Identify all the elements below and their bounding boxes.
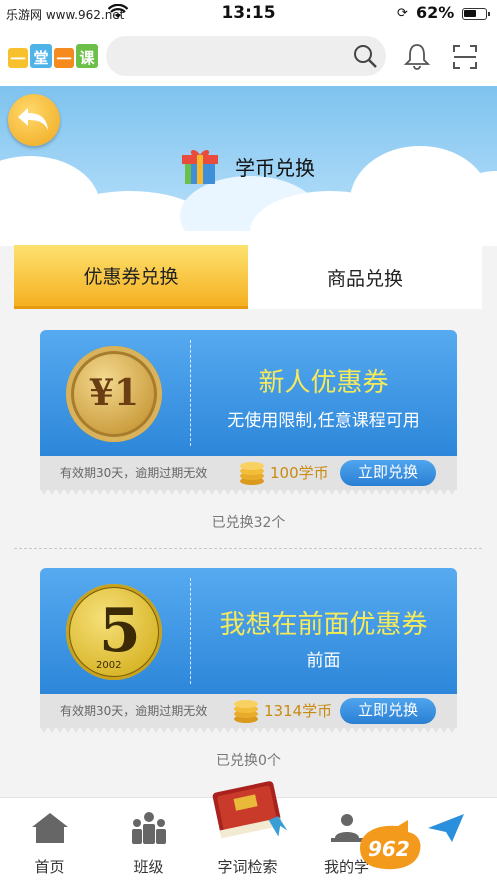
search-icon[interactable]	[352, 43, 378, 69]
coupon-title: 新人优惠券	[258, 368, 389, 398]
exchange-banner: 学币兑换	[0, 86, 497, 246]
tab-coupon-exchange[interactable]: 优惠券兑换	[14, 245, 248, 309]
coupon-zigzag-edge	[40, 488, 457, 495]
back-button[interactable]	[8, 94, 60, 146]
coupon-description: 前面	[306, 651, 341, 671]
coupon-validity: 有效期30天，逾期过期无效	[60, 466, 208, 480]
nav-class[interactable]: 班级	[99, 798, 198, 883]
class-icon	[132, 812, 166, 844]
battery-nub	[488, 12, 490, 16]
coupon-footer: 有效期30天，逾期过期无效 100学币 立即兑换	[40, 456, 457, 490]
search-input[interactable]	[106, 36, 386, 76]
site-watermark: 962 乐游网	[360, 820, 474, 870]
battery-percent: 62%	[416, 3, 455, 22]
redeemed-count: 已兑换0个	[216, 753, 281, 769]
dictionary-icon[interactable]	[206, 774, 292, 844]
svg-text:乐游网: 乐游网	[420, 847, 474, 869]
yuan-coin-image: ¥1	[66, 346, 162, 442]
home-icon	[32, 813, 68, 843]
coupon-price: 1314学币	[264, 702, 333, 720]
svg-text:一: 一	[56, 50, 71, 68]
app-header: 一 堂 一 课	[0, 28, 497, 86]
battery-fill	[464, 10, 476, 17]
coupon-zigzag-edge	[40, 726, 457, 733]
rotation-lock-icon: ⟳	[397, 6, 408, 21]
nav-label: 字词检索	[217, 858, 278, 876]
back-arrow-icon	[18, 108, 48, 130]
coupon-footer: 有效期30天，逾期过期无效 1314学币 立即兑换	[40, 694, 457, 728]
redeem-button[interactable]: 立即兑换	[340, 698, 436, 724]
nav-label: 首页	[34, 858, 65, 876]
redeemed-count: 已兑换32个	[211, 515, 286, 531]
status-bar: 乐游网 www.962.net 13:15 ⟳ 62%	[0, 0, 497, 28]
coupon-face: 5 2002 我想在前面优惠券 前面	[40, 568, 457, 694]
exchange-tabs: 优惠券兑换 商品兑换	[14, 245, 482, 309]
coupon-card: ¥1 新人优惠券 无使用限制,任意课程可用 有效期30天，逾期过期无效 100学…	[40, 330, 457, 498]
coin-year: 2002	[96, 660, 122, 671]
coin-value: 5	[99, 596, 141, 666]
coupon-face: ¥1 新人优惠券 无使用限制,任意课程可用	[40, 330, 457, 456]
list-divider	[14, 548, 482, 549]
bell-icon[interactable]	[403, 42, 431, 70]
gift-icon	[182, 150, 218, 184]
app-logo[interactable]: 一 堂 一 课	[6, 40, 102, 74]
svg-text:962: 962	[368, 837, 410, 861]
tab-goods-exchange[interactable]: 商品兑换	[248, 245, 482, 309]
coins-icon	[240, 462, 264, 485]
svg-text:一: 一	[10, 50, 25, 68]
coin-value: ¥1	[88, 372, 140, 414]
redeem-button[interactable]: 立即兑换	[340, 460, 436, 486]
coins-icon	[234, 700, 258, 723]
nav-label: 班级	[133, 858, 164, 876]
coupon-title: 我想在前面优惠券	[219, 610, 428, 640]
scan-icon[interactable]	[451, 43, 479, 71]
svg-text:课: 课	[79, 49, 95, 67]
coupon-card: 5 2002 我想在前面优惠券 前面 有效期30天，逾期过期无效 1314学币 …	[40, 568, 457, 736]
battery-icon	[462, 8, 490, 20]
coupon-price: 100学币	[270, 464, 329, 482]
page-title: 学币兑换	[235, 156, 315, 180]
coupon-description: 无使用限制,任意课程可用	[227, 411, 420, 431]
nav-home[interactable]: 首页	[0, 798, 99, 883]
coupon-validity: 有效期30天，逾期过期无效	[60, 704, 208, 718]
svg-text:堂: 堂	[33, 49, 48, 67]
five-jiao-coin-image: 5 2002	[66, 584, 162, 680]
